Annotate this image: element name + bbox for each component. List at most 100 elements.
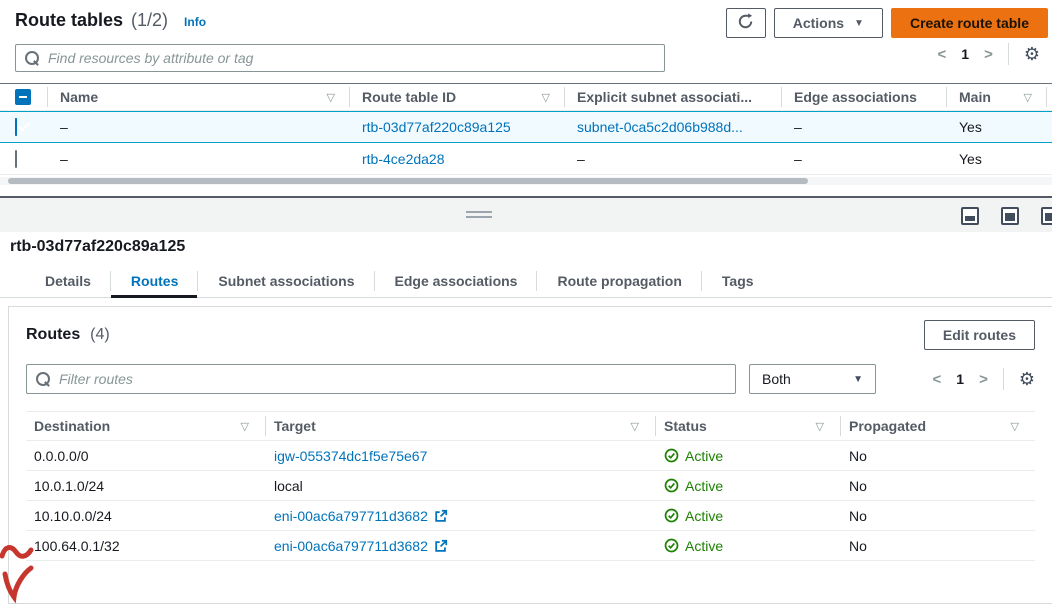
select-all-checkbox[interactable] [15, 89, 31, 105]
column-header-explicit-subnet[interactable]: Explicit subnet associati... [565, 87, 782, 107]
routes-table: Destination ▽ Target ▽ Status ▽ Propagat… [26, 411, 1035, 561]
pagination-divider [1008, 43, 1009, 65]
route-type-select[interactable]: Both ▼ [749, 364, 876, 394]
column-header-target[interactable]: Target ▽ [266, 416, 656, 436]
actions-button-label: Actions [793, 15, 844, 31]
routes-panel: Routes (4) Edit routes Both ▼ < 1 > ⚙ [8, 306, 1052, 604]
create-route-table-button[interactable]: Create route table [891, 8, 1048, 38]
column-header-name[interactable]: Name ▽ [48, 87, 350, 107]
target-link[interactable]: igw-055374dc1f5e75e67 [274, 448, 427, 464]
page-number[interactable]: 1 [961, 46, 969, 62]
propagated-cell: No [841, 478, 1035, 494]
route-row: 10.10.0.0/24 eni-00ac6a797711d3682 Activ… [26, 501, 1035, 531]
caret-down-icon: ▼ [853, 374, 863, 385]
status-cell: Active [656, 478, 841, 494]
main-cell: Yes [947, 151, 1047, 167]
horizontal-scrollbar [0, 177, 1052, 185]
column-header-edge-label: Edge associations [794, 89, 917, 105]
route-row: 0.0.0.0/0 igw-055374dc1f5e75e67 Active N… [26, 441, 1035, 471]
routes-filter [26, 364, 736, 394]
side-panel-icon[interactable] [1041, 207, 1052, 225]
column-header-route-table-id[interactable]: Route table ID ▽ [350, 87, 565, 107]
external-link-icon[interactable] [434, 509, 448, 523]
page-header: Route tables (1/2) Info [15, 10, 206, 31]
routes-count: (4) [90, 326, 110, 343]
route-type-select-value: Both [762, 371, 791, 387]
resource-search-input[interactable] [48, 50, 655, 66]
route-tables-header-row: Name ▽ Route table ID ▽ Explicit subnet … [0, 83, 1052, 111]
panel-drag-handle[interactable] [466, 211, 492, 221]
sort-icon: ▽ [631, 420, 639, 433]
edge-cell: – [782, 151, 947, 167]
propagated-cell: No [841, 508, 1035, 524]
prev-page-button[interactable]: < [938, 46, 947, 63]
column-header-propagated[interactable]: Propagated ▽ [841, 416, 1035, 436]
column-header-main[interactable]: Main ▽ [947, 87, 1047, 107]
target-cell: local [266, 478, 656, 494]
external-link-icon[interactable] [434, 539, 448, 553]
route-table-id-link[interactable]: rtb-4ce2da28 [362, 151, 445, 167]
next-page-button[interactable]: > [984, 46, 993, 63]
row-checkbox[interactable] [15, 150, 17, 168]
status-cell: Active [656, 538, 841, 554]
info-link[interactable]: Info [184, 15, 206, 29]
prev-page-button[interactable]: < [933, 371, 942, 388]
edit-routes-button[interactable]: Edit routes [924, 320, 1035, 350]
sort-icon: ▽ [1024, 91, 1032, 104]
propagated-cell: No [841, 448, 1035, 464]
edge-cell: – [782, 119, 947, 135]
page-number[interactable]: 1 [956, 371, 964, 387]
column-header-destination[interactable]: Destination ▽ [26, 416, 266, 436]
select-all-cell [0, 87, 48, 107]
table-row[interactable]: – rtb-03d77af220c89a125 subnet-0ca5c2d06… [0, 111, 1052, 143]
next-page-button[interactable]: > [979, 371, 988, 388]
propagated-header-label: Propagated [849, 418, 926, 434]
column-header-status[interactable]: Status ▽ [656, 416, 841, 436]
refresh-icon [737, 13, 754, 33]
propagated-cell: No [841, 538, 1035, 554]
destination-cell: 0.0.0.0/0 [26, 448, 266, 464]
name-cell: – [48, 119, 350, 135]
status-cell: Active [656, 508, 841, 524]
status-ok-icon [664, 448, 679, 463]
tab-subnet-associations[interactable]: Subnet associations [198, 264, 374, 297]
row-checkbox[interactable] [15, 118, 17, 136]
column-header-edge-associations[interactable]: Edge associations [782, 87, 947, 107]
routes-header-row: Destination ▽ Target ▽ Status ▽ Propagat… [26, 411, 1035, 441]
panel-layout-buttons [961, 207, 1052, 225]
status-text: Active [685, 448, 723, 464]
table-row[interactable]: – rtb-4ce2da28 – – Yes [0, 143, 1052, 175]
tab-route-propagation[interactable]: Route propagation [537, 264, 701, 297]
tab-details[interactable]: Details [25, 264, 111, 297]
maximize-panel-icon[interactable] [1001, 207, 1019, 225]
subnet-association-link[interactable]: subnet-0ca5c2d06b988d... [577, 119, 743, 135]
target-link[interactable]: eni-00ac6a797711d3682 [274, 538, 428, 554]
bottom-panel-icon[interactable] [961, 207, 979, 225]
status-ok-icon [664, 508, 679, 523]
search-icon [36, 372, 51, 387]
target-header-label: Target [274, 418, 316, 434]
sort-icon: ▽ [241, 420, 249, 433]
status-header-label: Status [664, 418, 707, 434]
horizontal-scrollbar-thumb[interactable] [8, 178, 808, 184]
actions-button[interactable]: Actions ▼ [774, 8, 883, 38]
column-header-name-label: Name [60, 89, 98, 105]
status-text: Active [685, 508, 723, 524]
status-ok-icon [664, 538, 679, 553]
resource-search [15, 44, 665, 72]
route-table-id-link[interactable]: rtb-03d77af220c89a125 [362, 119, 511, 135]
tab-tags[interactable]: Tags [702, 264, 774, 297]
sort-icon: ▽ [1011, 420, 1019, 433]
column-header-subnet-label: Explicit subnet associati... [577, 89, 752, 105]
refresh-button[interactable] [726, 8, 766, 38]
settings-gear-icon[interactable]: ⚙ [1019, 370, 1035, 388]
settings-gear-icon[interactable]: ⚙ [1024, 45, 1040, 63]
tab-edge-associations[interactable]: Edge associations [375, 264, 538, 297]
routes-title: Routes [26, 326, 80, 343]
route-row: 100.64.0.1/32 eni-00ac6a797711d3682 Acti… [26, 531, 1035, 561]
routes-filter-input[interactable] [59, 371, 726, 387]
target-link[interactable]: eni-00ac6a797711d3682 [274, 508, 428, 524]
tab-routes[interactable]: Routes [111, 264, 198, 297]
pagination-divider [1003, 368, 1004, 390]
status-text: Active [685, 478, 723, 494]
